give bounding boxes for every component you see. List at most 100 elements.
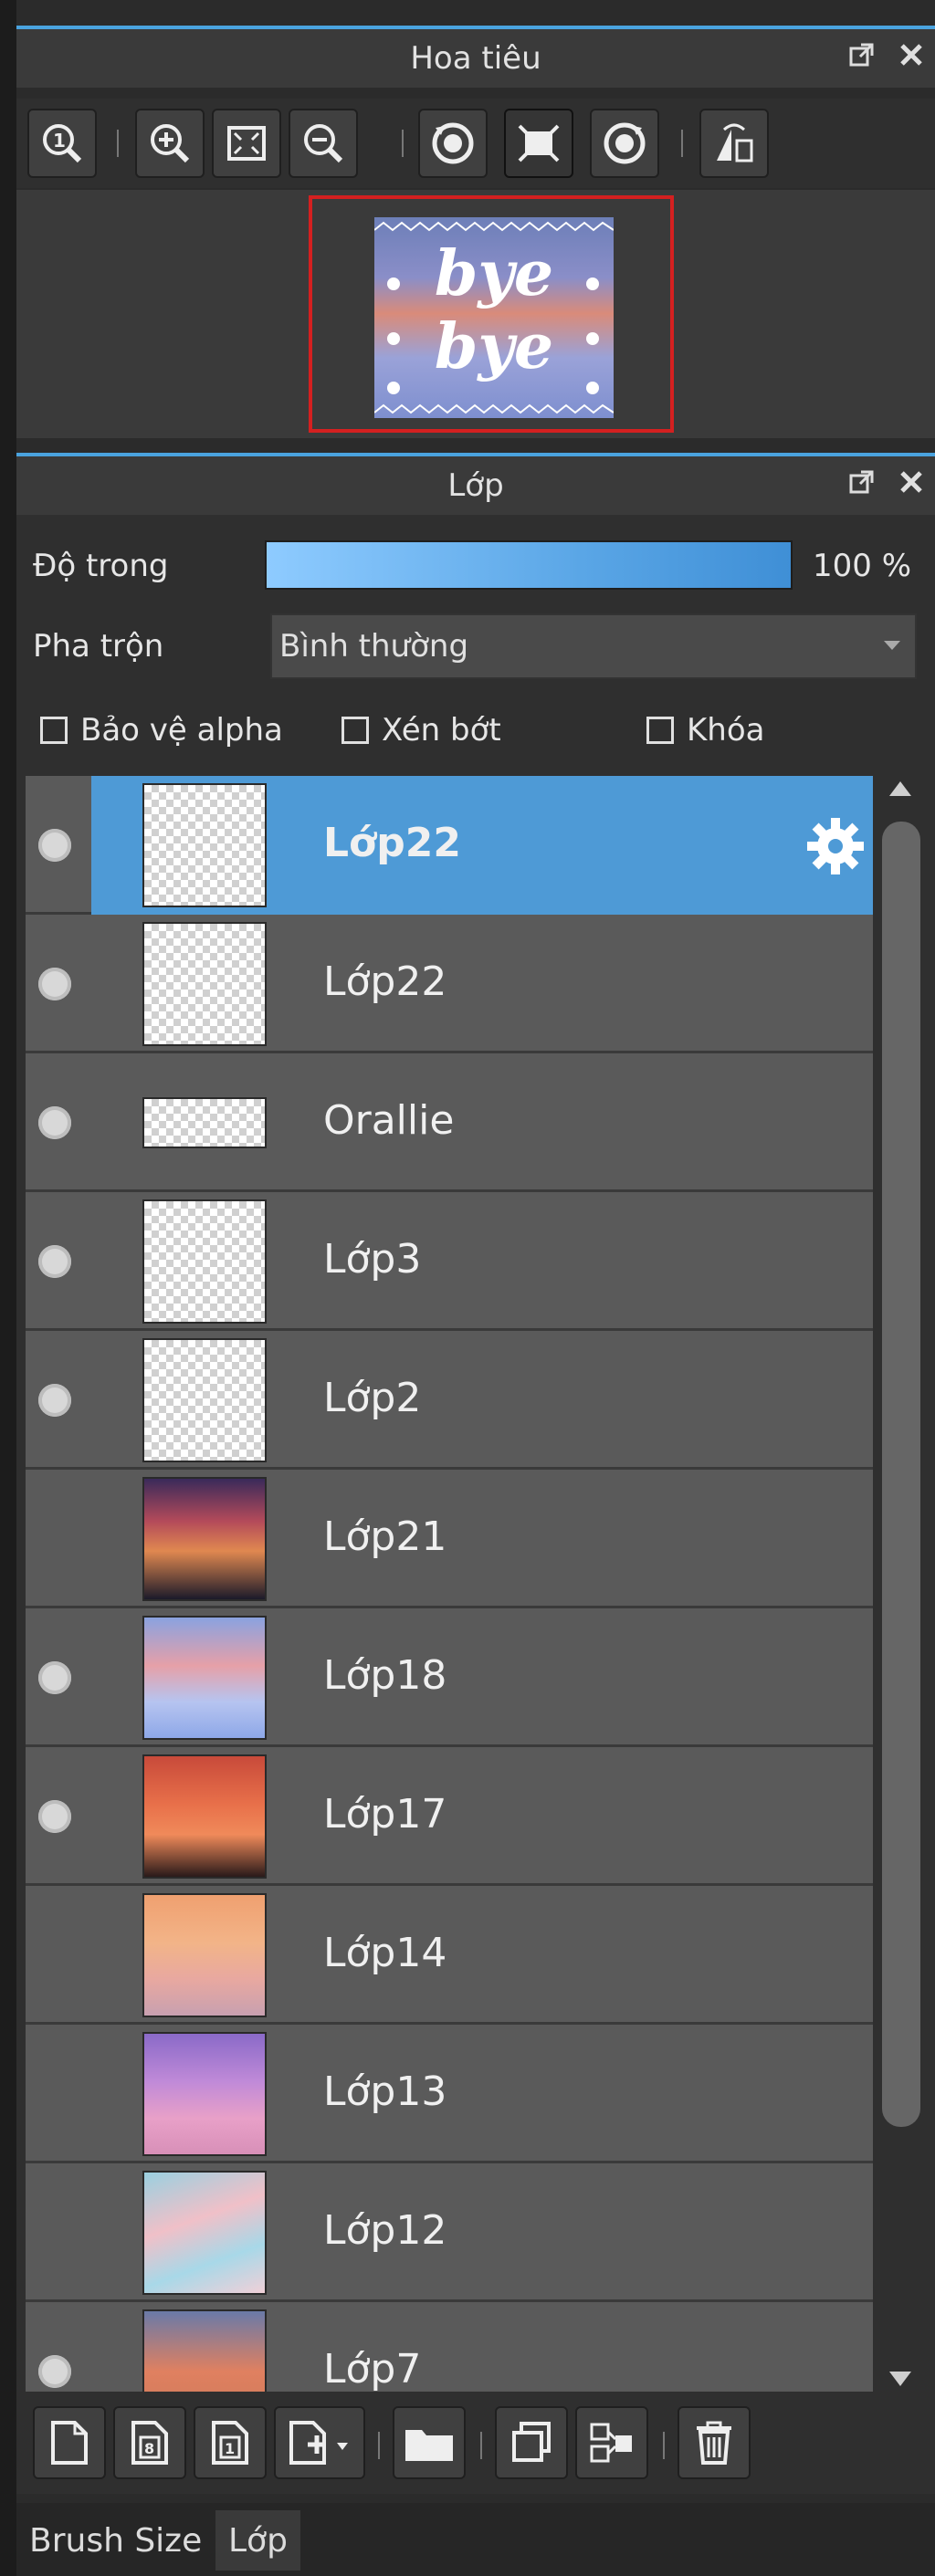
- layer-thumbnail: [142, 922, 267, 1046]
- clipping-checkbox[interactable]: Xén bớt: [341, 712, 501, 749]
- visibility-toggle-icon[interactable]: [38, 829, 71, 862]
- zoom-in-button[interactable]: [135, 109, 205, 178]
- checkbox-box[interactable]: [40, 717, 68, 744]
- visibility-toggle-hidden[interactable]: [38, 1939, 71, 1972]
- layer-row[interactable]: Lớp3: [26, 1192, 873, 1331]
- layer-row[interactable]: Orallie: [26, 1053, 873, 1192]
- close-icon[interactable]: [897, 40, 926, 69]
- rotate-left-icon: [432, 122, 474, 164]
- visibility-toggle-icon[interactable]: [38, 968, 71, 1000]
- zoom-actual-icon: 1: [43, 124, 82, 163]
- close-icon[interactable]: [897, 467, 926, 497]
- popout-icon[interactable]: [847, 40, 877, 69]
- layer-name: Lớp18: [323, 1652, 447, 1699]
- visibility-toggle-icon[interactable]: [38, 1245, 71, 1278]
- visibility-toggle-hidden[interactable]: [38, 2216, 71, 2249]
- visibility-toggle-icon[interactable]: [38, 1800, 71, 1833]
- layer-list[interactable]: Lớp22 Lớp22 Orallie Lớp3 Lớp2 Lớp21 Lớp18 Lớp17…: [26, 776, 873, 2392]
- merge-down-icon: [590, 2423, 632, 2463]
- merge-down-button[interactable]: [575, 2406, 648, 2479]
- new-1bit-layer-button[interactable]: 1: [194, 2406, 267, 2479]
- delete-layer-button[interactable]: [678, 2406, 751, 2479]
- layer-row[interactable]: Lớp18: [26, 1608, 873, 1747]
- new-8bit-layer-icon: 8: [131, 2421, 168, 2465]
- opacity-label: Độ trong: [33, 548, 169, 584]
- scrollbar-thumb[interactable]: [882, 822, 920, 2127]
- duplicate-layer-button[interactable]: [495, 2406, 568, 2479]
- tab-brush-size[interactable]: Brush Size: [16, 2510, 215, 2571]
- visibility-toggle-hidden[interactable]: [38, 1523, 71, 1555]
- layer-row[interactable]: Lớp12: [26, 2163, 873, 2302]
- layer-row[interactable]: Lớp22: [26, 915, 873, 1053]
- rotate-right-button[interactable]: [590, 109, 659, 178]
- layer-thumbnail: [142, 783, 267, 907]
- reset-view-button[interactable]: [504, 109, 573, 178]
- tab-layer[interactable]: Lớp: [215, 2510, 300, 2571]
- checkbox-box[interactable]: [341, 717, 369, 744]
- visibility-toggle-icon[interactable]: [38, 1661, 71, 1694]
- navigator-toolbar: 1: [16, 99, 935, 188]
- popout-icon[interactable]: [847, 467, 877, 497]
- new-folder-button[interactable]: [393, 2406, 466, 2479]
- flip-horizontal-button[interactable]: [699, 109, 769, 178]
- add-layer-menu-button[interactable]: [274, 2406, 365, 2479]
- new-layer-button[interactable]: [33, 2406, 106, 2479]
- lock-checkbox[interactable]: Khóa: [646, 712, 764, 749]
- layer-name: Lớp7: [323, 2346, 422, 2392]
- layer-name: Lớp2: [323, 1375, 422, 1421]
- layer-thumbnail: [142, 2171, 267, 2295]
- chevron-down-icon: [884, 641, 900, 650]
- layer-name: Lớp22: [323, 958, 447, 1005]
- fit-screen-button[interactable]: [212, 109, 281, 178]
- layer-row[interactable]: Lớp13: [26, 2025, 873, 2163]
- panel-tabs: Brush Size Lớp: [16, 2503, 935, 2576]
- navigator-view-frame[interactable]: bye bye: [309, 195, 674, 433]
- layer-thumbnail: [142, 1754, 267, 1879]
- new-1bit-layer-icon: 1: [212, 2421, 248, 2465]
- blend-mode-select[interactable]: Bình thường: [270, 613, 917, 679]
- navigator-preview-area[interactable]: bye bye: [16, 190, 935, 438]
- scroll-up-icon[interactable]: [889, 781, 911, 796]
- lock-label: Khóa: [687, 712, 765, 749]
- visibility-toggle-icon[interactable]: [38, 1106, 71, 1139]
- layer-thumbnail: [142, 1097, 267, 1148]
- layer-name: Lớp3: [323, 1236, 422, 1283]
- layer-scrollbar[interactable]: [878, 776, 924, 2392]
- layer-row[interactable]: Lớp2: [26, 1331, 873, 1470]
- visibility-toggle-icon[interactable]: [38, 2355, 71, 2388]
- visibility-toggle-hidden[interactable]: [38, 2078, 71, 2110]
- reset-view-icon: [518, 124, 560, 162]
- rotate-left-button[interactable]: [418, 109, 488, 178]
- svg-text:8: 8: [144, 2440, 154, 2457]
- layer-thumbnail: [142, 1477, 267, 1601]
- zoom-in-icon: [151, 124, 190, 163]
- layer-row[interactable]: Lớp7: [26, 2302, 873, 2392]
- gear-icon[interactable]: [804, 814, 867, 878]
- layer-row[interactable]: Lớp14: [26, 1886, 873, 2025]
- layer-name: Orallie: [323, 1097, 455, 1144]
- checkbox-box[interactable]: [646, 717, 674, 744]
- flip-horizontal-icon: [717, 123, 753, 162]
- svg-text:1: 1: [53, 130, 66, 152]
- visibility-toggle-icon[interactable]: [38, 1384, 71, 1417]
- delete-layer-icon: [697, 2421, 731, 2465]
- protect-alpha-checkbox[interactable]: Bảo vệ alpha: [40, 712, 283, 749]
- navigator-title: Hoa tiêu: [410, 40, 541, 77]
- opacity-slider[interactable]: [265, 540, 793, 590]
- zoom-out-button[interactable]: [289, 109, 358, 178]
- layer-row[interactable]: Lớp21: [26, 1470, 873, 1608]
- zoom-actual-button[interactable]: 1: [27, 109, 97, 178]
- layer-row[interactable]: Lớp17: [26, 1747, 873, 1886]
- layer-row[interactable]: Lớp22: [26, 776, 873, 915]
- canvas-preview: bye bye: [374, 217, 614, 418]
- scroll-down-icon[interactable]: [889, 2372, 911, 2386]
- duplicate-layer-icon: [512, 2422, 551, 2462]
- opacity-value: 100 %: [813, 548, 912, 584]
- new-8bit-layer-button[interactable]: 8: [113, 2406, 186, 2479]
- svg-text:1: 1: [225, 2440, 235, 2457]
- new-folder-icon: [405, 2430, 453, 2461]
- fit-screen-icon: [227, 126, 266, 161]
- rotate-right-icon: [604, 122, 646, 164]
- layer-thumbnail: [142, 2032, 267, 2156]
- left-edge: [0, 0, 16, 2576]
